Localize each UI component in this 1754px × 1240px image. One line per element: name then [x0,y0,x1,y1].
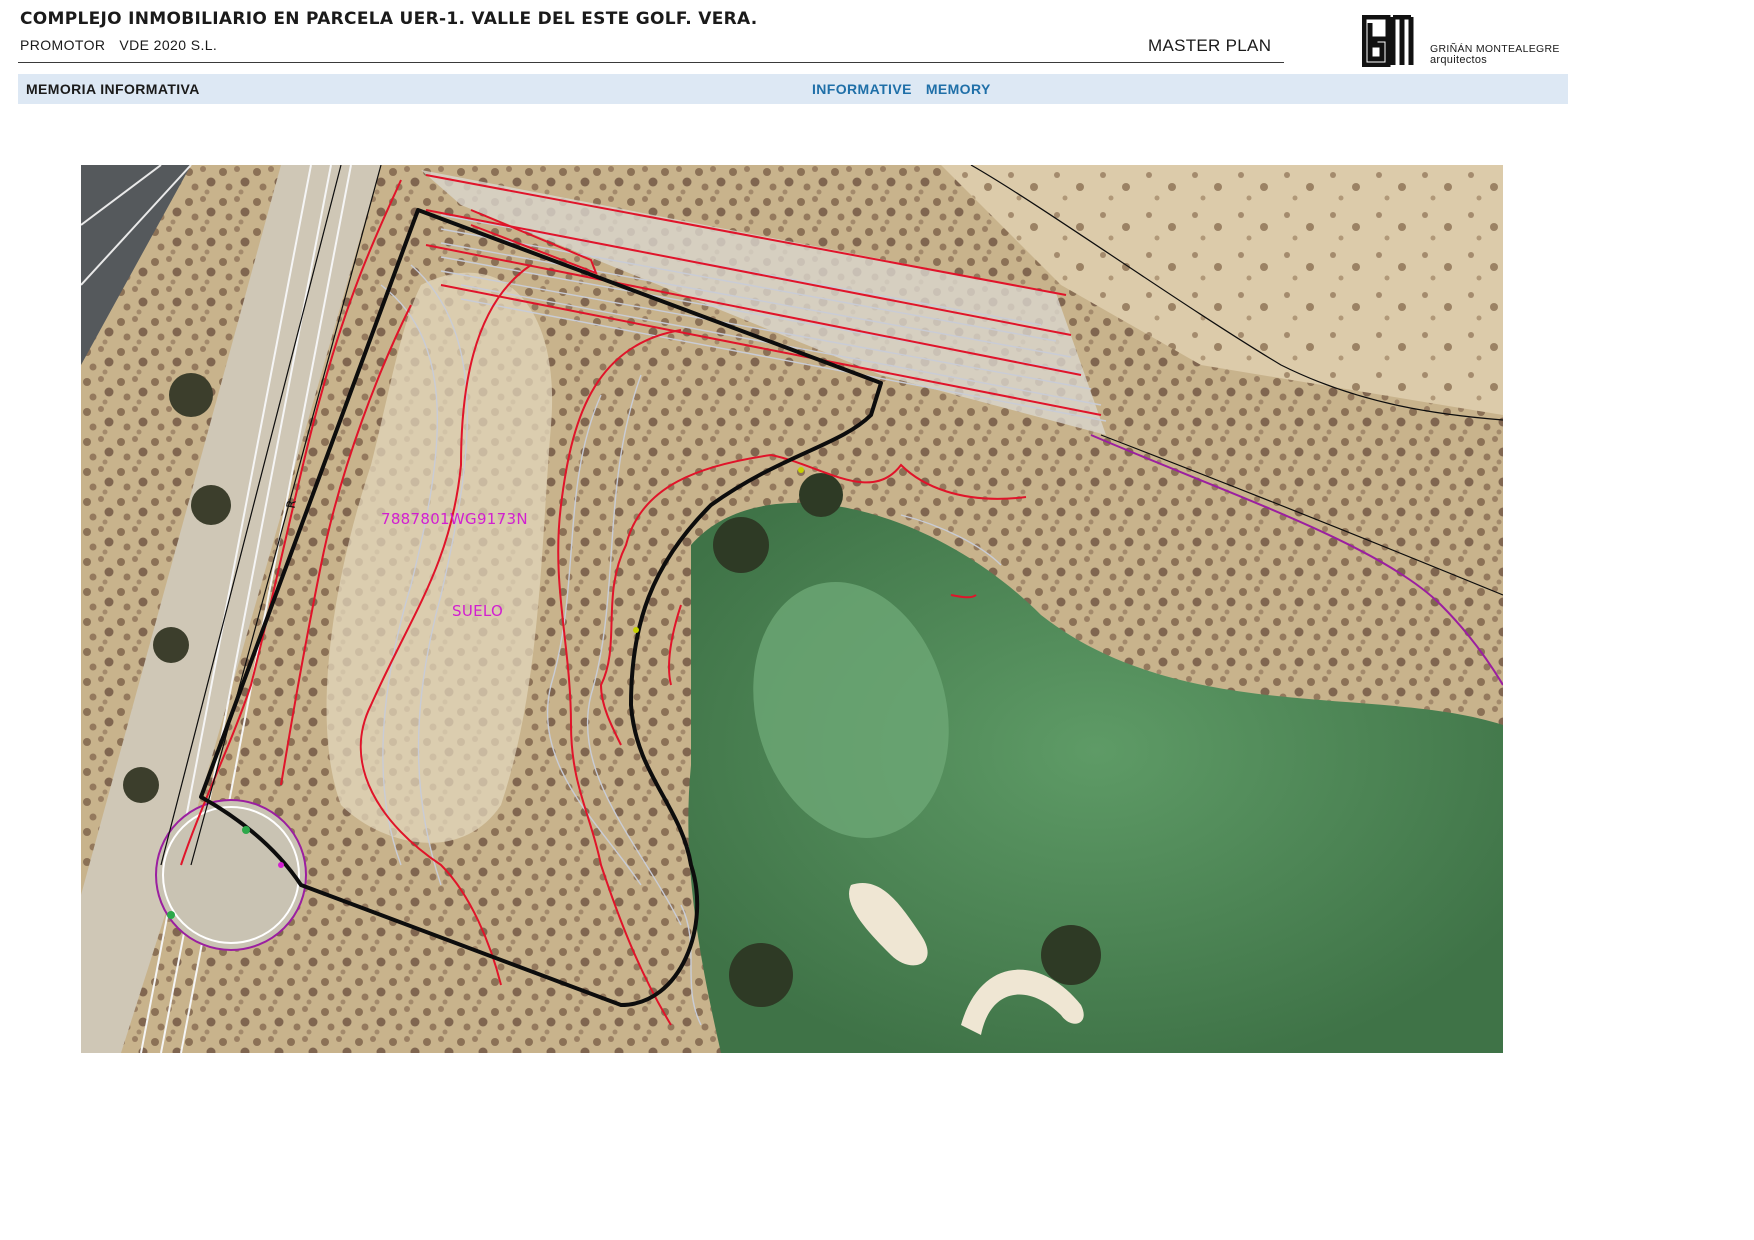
map-canvas [81,165,1503,1053]
promotor-value: VDE 2020 S.L. [119,37,218,53]
site-map[interactable]: 7887801WG9173N SUELO R [81,165,1503,1053]
tree [169,373,213,417]
cadastral-reference-label: 7887801WG9173N [381,510,528,528]
page-title: COMPLEJO INMOBILIARIO EN PARCELA UER-1. … [20,9,758,29]
section-title-en: INFORMATIVE MEMORY [812,81,991,97]
promotor-label: PROMOTOR [20,37,106,53]
tree [191,485,231,525]
gm-monogram-logo-icon [1362,15,1414,67]
document-type: MASTER PLAN [1148,36,1272,55]
tree-cluster [1041,925,1101,985]
tree-cluster [713,517,769,573]
header-divider [18,62,1284,63]
roundabout [155,799,307,951]
tree [153,627,189,663]
tree-cluster [729,943,793,1007]
tree [123,767,159,803]
section-title-es: MEMORIA INFORMATIVA [26,81,200,97]
promotor-line: PROMOTOR VDE 2020 S.L. [20,37,231,53]
land-class-label: SUELO [452,602,504,620]
section-band: MEMORIA INFORMATIVA INFORMATIVE MEMORY [18,74,1568,104]
section-title-en-word2: MEMORY [925,81,991,97]
tree-cluster [799,473,843,517]
section-title-en-word1: INFORMATIVE [812,81,912,97]
logo-subtitle: arquitectos [1430,54,1488,66]
logo-wordmark: GRIÑÁN MONTEALEGRE arquitectos [1430,44,1560,66]
